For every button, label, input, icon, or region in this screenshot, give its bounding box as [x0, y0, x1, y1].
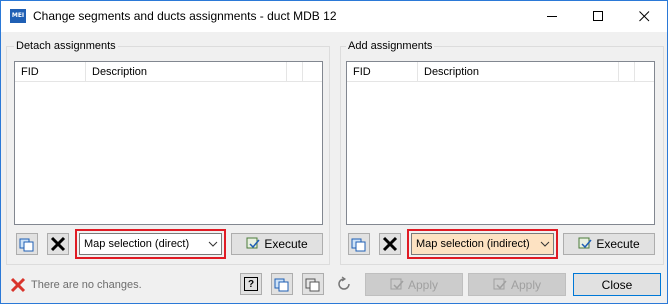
- detach-group-label: Detach assignments: [14, 40, 118, 52]
- detach-col-description[interactable]: Description: [86, 62, 287, 82]
- apply-label-2: Apply: [510, 277, 542, 292]
- layers-icon: [305, 278, 320, 292]
- add-col-fid[interactable]: FID: [347, 62, 418, 82]
- apply-button-1[interactable]: Apply: [365, 273, 463, 296]
- error-x-icon: [10, 277, 26, 293]
- detach-col-fid[interactable]: FID: [15, 62, 86, 82]
- add-execute-label: Execute: [596, 237, 640, 251]
- refresh-icon: [338, 276, 350, 290]
- detach-execute-button[interactable]: Execute: [231, 233, 323, 255]
- detach-mode-value: Map selection (direct): [84, 238, 190, 250]
- title-bar: MEI Change segments and ducts assignment…: [1, 1, 667, 32]
- apply-icon: [390, 278, 404, 292]
- detach-list-header: FID Description: [15, 62, 322, 82]
- help-button[interactable]: ?: [240, 273, 262, 295]
- select-features-icon: [351, 238, 366, 252]
- maximize-icon: [592, 11, 603, 21]
- detach-list-body: [15, 83, 322, 224]
- minimize-icon: [546, 16, 557, 17]
- add-execute-button[interactable]: Execute: [563, 233, 655, 255]
- execute-icon: [578, 237, 592, 251]
- add-list[interactable]: FID Description: [346, 61, 655, 225]
- detach-list[interactable]: FID Description: [14, 61, 323, 225]
- minimize-button[interactable]: [529, 1, 575, 32]
- status-text: There are no changes.: [31, 279, 142, 291]
- dialog-window: MEI Change segments and ducts assignment…: [0, 0, 668, 304]
- app-icon: MEI: [10, 9, 26, 23]
- add-list-header: FID Description: [347, 62, 654, 82]
- detach-col-extra: [287, 62, 303, 82]
- refresh-button[interactable]: [333, 273, 355, 295]
- apply-button-2[interactable]: Apply: [468, 273, 566, 296]
- status-area: There are no changes.: [10, 277, 142, 293]
- add-col-description[interactable]: Description: [418, 62, 619, 82]
- execute-icon: [246, 237, 260, 251]
- remove-x-icon: [50, 236, 66, 252]
- copy-icon: [274, 278, 289, 292]
- close-window-button[interactable]: [621, 1, 667, 32]
- chevron-down-icon: [540, 234, 550, 254]
- detach-remove-button[interactable]: [47, 233, 69, 255]
- remove-x-icon: [382, 236, 398, 252]
- add-group-label: Add assignments: [346, 40, 435, 52]
- add-list-body: [347, 83, 654, 224]
- detach-execute-label: Execute: [264, 237, 308, 251]
- add-col-extra: [619, 62, 635, 82]
- detach-select-button[interactable]: [16, 233, 38, 255]
- close-label: Close: [601, 277, 633, 292]
- maximize-button[interactable]: [575, 1, 621, 32]
- apply-label-1: Apply: [407, 277, 439, 292]
- window-title: Change segments and ducts assignments - …: [33, 9, 337, 23]
- add-select-button[interactable]: [348, 233, 370, 255]
- chevron-down-icon: [208, 234, 218, 254]
- layers-button[interactable]: [302, 273, 324, 295]
- detach-mode-select[interactable]: Map selection (direct): [79, 233, 222, 255]
- add-remove-button[interactable]: [379, 233, 401, 255]
- apply-icon: [493, 278, 507, 292]
- close-icon: [638, 11, 649, 22]
- select-features-icon: [19, 238, 34, 252]
- add-mode-value: Map selection (indirect): [416, 238, 530, 250]
- copy-selection-button[interactable]: [271, 273, 293, 295]
- add-mode-select[interactable]: Map selection (indirect): [411, 233, 554, 255]
- help-label: ?: [244, 277, 258, 291]
- close-button[interactable]: Close: [573, 273, 661, 296]
